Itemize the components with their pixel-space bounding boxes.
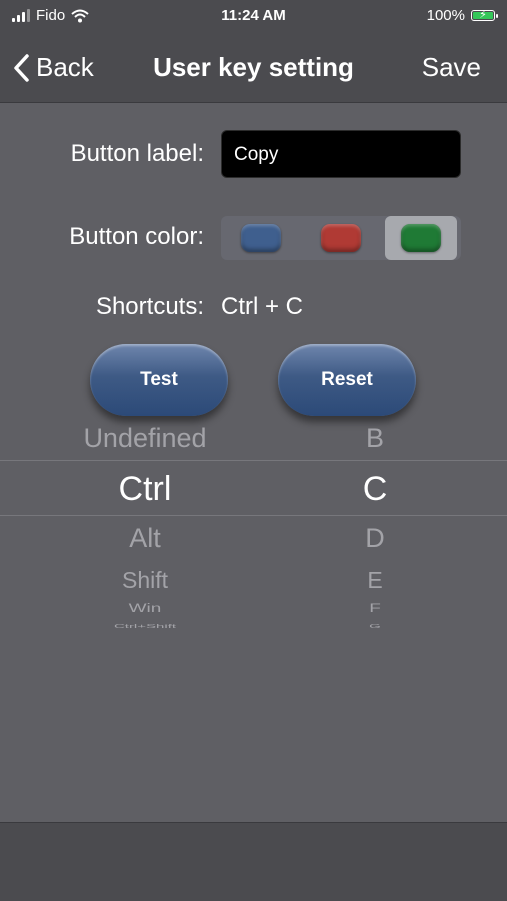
battery-status: 100% ⚡: [426, 7, 498, 24]
picker-modifier-selected[interactable]: Ctrl: [40, 470, 250, 509]
picker-key-selected[interactable]: C: [280, 470, 470, 509]
picker-divider-bottom: [0, 515, 507, 516]
button-label-caption: Button label:: [70, 140, 204, 167]
bottom-toolbar: [0, 822, 507, 901]
picker-key-option[interactable]: D: [280, 523, 470, 554]
picker-modifier-option[interactable]: Alt: [40, 523, 250, 554]
picker-modifier-option[interactable]: Shift: [40, 567, 250, 594]
red-swatch: [321, 224, 361, 252]
picker-key-option[interactable]: G: [280, 624, 470, 630]
picker-key-option[interactable]: E: [280, 567, 470, 594]
color-option-green[interactable]: [385, 216, 457, 260]
status-bar: Fido 11:24 AM 100% ⚡: [0, 0, 507, 30]
shortcuts-caption: Shortcuts:: [95, 293, 204, 320]
green-swatch: [401, 224, 441, 252]
blue-swatch: [241, 224, 281, 252]
picker-key-option[interactable]: F: [280, 602, 470, 616]
battery-charging-icon: ⚡: [471, 9, 498, 21]
reset-button[interactable]: Reset: [278, 344, 416, 416]
navigation-bar: Back User key setting Save: [0, 30, 507, 103]
button-color-selector: [221, 216, 461, 260]
color-option-red[interactable]: [305, 216, 377, 260]
picker-modifier-option[interactable]: Undefined: [40, 423, 250, 454]
battery-percent: 100%: [426, 7, 465, 24]
picker-modifier-option[interactable]: Win: [40, 602, 250, 616]
color-option-blue[interactable]: [225, 216, 297, 260]
save-button[interactable]: Save: [422, 52, 481, 83]
picker-key-option[interactable]: B: [280, 423, 470, 454]
picker-divider-top: [0, 460, 507, 461]
shortcuts-value: Ctrl + C: [221, 293, 304, 320]
picker-modifier-option[interactable]: Ctrl+Shift: [40, 624, 250, 630]
button-label-input[interactable]: Copy: [221, 130, 461, 178]
button-color-caption: Button color:: [69, 223, 204, 250]
test-button[interactable]: Test: [90, 344, 228, 416]
